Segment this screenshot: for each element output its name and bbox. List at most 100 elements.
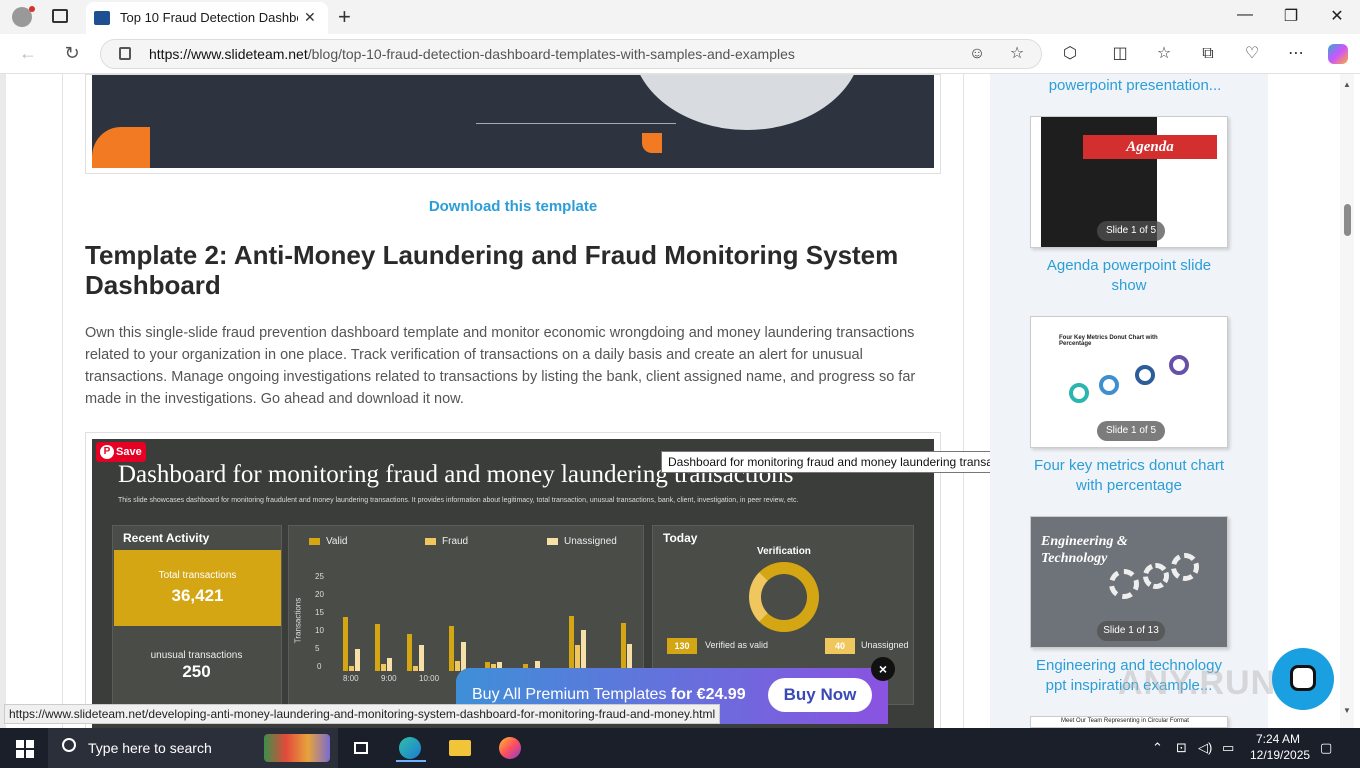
verification-donut — [749, 562, 819, 632]
y-tick-5: 5 — [315, 644, 320, 653]
back-button[interactable]: ← — [16, 43, 40, 64]
legend-fraud-swatch — [425, 537, 436, 545]
total-transactions-label: Total transactions — [158, 570, 237, 581]
thumb-gear-shape — [1171, 553, 1199, 581]
sidebar-thumb-team[interactable]: Meet Our Team Representing in Circular F… — [1030, 716, 1228, 728]
tray-chevron-icon[interactable]: ⌃ — [1152, 740, 1163, 756]
x-tick-800: 8:00 — [343, 674, 359, 683]
verified-badge: 130 — [667, 638, 697, 654]
file-explorer-icon[interactable] — [446, 734, 474, 762]
pinterest-save-label: Save — [116, 446, 142, 458]
favorite-star-icon[interactable]: ☆ — [1007, 44, 1027, 64]
x-tick-1000: 10:00 — [419, 674, 440, 683]
taskbar-search-box[interactable]: Type here to search — [48, 728, 338, 768]
thumb-donut-shape — [1135, 365, 1155, 385]
bar — [375, 624, 380, 671]
split-screen-icon[interactable]: ◫ — [1110, 44, 1130, 64]
read-aloud-icon[interactable]: ☺ — [967, 44, 987, 64]
sidebar-link-donut[interactable]: Four key metrics donut chart with percen… — [1029, 456, 1229, 496]
sidebar-thumb-agenda[interactable]: Agenda Slide 1 of 5 — [1030, 116, 1228, 248]
notifications-icon[interactable]: ▢ — [1320, 740, 1332, 756]
more-menu-icon[interactable]: ⋯ — [1286, 44, 1306, 64]
collections-icon[interactable]: ⧉ — [1198, 44, 1218, 64]
y-axis-label: Transactions — [293, 597, 303, 644]
thumb-gear-shape — [1109, 569, 1139, 599]
bar — [407, 634, 412, 671]
chat-button[interactable] — [1272, 648, 1334, 710]
thumb-gear-shape — [1143, 563, 1169, 589]
bar — [455, 661, 460, 671]
template-1-preview — [92, 75, 934, 168]
unassigned-today-label: Unassigned — [861, 640, 909, 650]
url-text: https://www.slideteam.net/blog/top-10-fr… — [149, 46, 795, 62]
thumb-donut-heading: Four Key Metrics Donut Chart with Percen… — [1059, 335, 1158, 347]
task-view-icon[interactable] — [348, 734, 376, 762]
sidebar-link-agenda[interactable]: Agenda powerpoint slide show — [1029, 256, 1229, 296]
firefox-icon[interactable] — [496, 734, 524, 762]
y-tick-25: 25 — [315, 572, 324, 581]
tray-display-icon[interactable]: ▭ — [1222, 740, 1234, 756]
tab-close-icon[interactable]: ✕ — [304, 9, 316, 26]
sidebar-thumb-engineering[interactable]: Engineering & Technology Slide 1 of 13 — [1030, 516, 1228, 648]
tray-network-icon[interactable]: ⊡ — [1176, 740, 1187, 756]
taskbar-clock[interactable]: 7:24 AM 12/19/2025 — [1250, 731, 1311, 763]
extensions-icon[interactable]: ⬡ — [1060, 44, 1080, 64]
web-page: Download this template Template 2: Anti-… — [0, 74, 1360, 728]
bar — [419, 645, 424, 671]
download-template-link[interactable]: Download this template — [0, 198, 1026, 215]
scrollbar-thumb[interactable] — [1344, 204, 1351, 236]
total-transactions-value: 36,421 — [171, 586, 224, 605]
tab-active[interactable]: Top 10 Fraud Detection Dashboar ✕ — [86, 2, 328, 34]
search-highlight-gifts-icon — [264, 734, 330, 762]
bar — [355, 649, 360, 671]
close-window-button[interactable]: ✕ — [1322, 6, 1352, 26]
browser-essentials-icon[interactable]: ♡ — [1242, 44, 1262, 64]
new-tab-button[interactable]: + — [338, 4, 351, 30]
page-gutter — [0, 74, 6, 728]
reload-button[interactable]: ↻ — [60, 43, 84, 64]
favorites-icon[interactable]: ☆ — [1154, 44, 1174, 64]
buy-now-button[interactable]: Buy Now — [768, 678, 872, 712]
thumb-agenda-heading: Agenda — [1083, 135, 1217, 159]
thumb-team-heading: Meet Our Team Representing in Circular F… — [1061, 718, 1189, 724]
windows-start-icon[interactable] — [16, 740, 34, 758]
slideteam-favicon-icon — [94, 11, 110, 25]
restore-button[interactable]: ❐ — [1276, 6, 1306, 26]
legend-fraud-label: Fraud — [442, 536, 469, 547]
taskbar-search-placeholder: Type here to search — [88, 740, 212, 756]
tab-bar: Top 10 Fraud Detection Dashboar ✕ + — ❐ … — [0, 0, 1360, 34]
bar — [413, 666, 418, 671]
address-bar: ← ↻ https://www.slideteam.net/blog/top-1… — [0, 34, 1360, 74]
clock-date: 12/19/2025 — [1250, 748, 1311, 762]
edge-browser-icon[interactable] — [396, 734, 426, 762]
pinterest-save-button[interactable]: P Save — [96, 442, 146, 462]
legend-unassigned-label: Unassigned — [564, 536, 617, 547]
legend-fraud: Fraud — [425, 536, 468, 547]
tab-title: Top 10 Fraud Detection Dashboar — [120, 10, 298, 25]
bar — [349, 666, 354, 671]
copilot-icon[interactable] — [1328, 44, 1348, 64]
promo-price: for €24.99 — [670, 686, 746, 703]
promo-text-main: Buy All Premium Templates — [472, 686, 671, 703]
minimize-button[interactable]: — — [1230, 6, 1260, 24]
hero-orange-small — [642, 133, 662, 153]
tab-actions-icon[interactable] — [52, 9, 68, 23]
sidebar-thumb-donut[interactable]: Four Key Metrics Donut Chart with Percen… — [1030, 316, 1228, 448]
bar — [449, 626, 454, 671]
scroll-up-arrow-icon[interactable]: ▲ — [1343, 80, 1351, 89]
pinterest-icon: P — [100, 445, 114, 459]
promo-close-button[interactable]: × — [871, 657, 895, 681]
bar — [581, 630, 586, 671]
y-tick-20: 20 — [315, 590, 324, 599]
template-1-image[interactable] — [85, 74, 941, 174]
sidebar-prev-caption[interactable]: powerpoint presentation... — [1035, 76, 1235, 96]
scroll-down-arrow-icon[interactable]: ▼ — [1343, 706, 1351, 715]
y-tick-0: 0 — [317, 662, 322, 671]
tray-volume-icon[interactable]: ◁) — [1198, 740, 1212, 756]
unusual-transactions-value: 250 — [182, 662, 211, 681]
url-field[interactable]: https://www.slideteam.net/blog/top-10-fr… — [100, 39, 1042, 69]
page-scrollbar[interactable]: ▲ ▼ — [1340, 74, 1354, 728]
bar — [387, 658, 392, 671]
hero-circle-photo — [632, 75, 862, 130]
url-path: /blog/top-10-fraud-detection-dashboard-t… — [307, 46, 795, 62]
